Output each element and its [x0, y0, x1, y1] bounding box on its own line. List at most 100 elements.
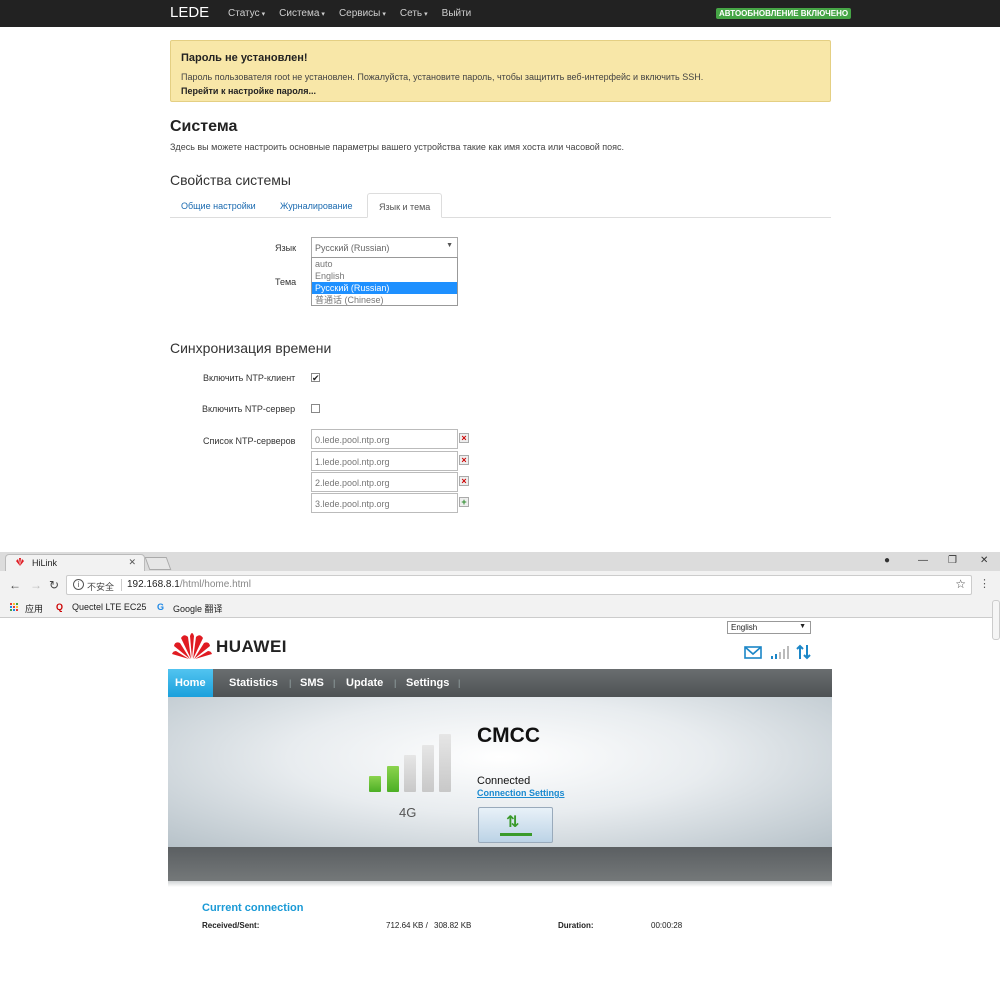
- tab-language-theme[interactable]: Язык и тема: [367, 193, 443, 218]
- network-type: 4G: [399, 805, 417, 820]
- url-host: 192.168.8.1: [127, 579, 180, 590]
- ntp-client-label: Включить NTP-клиент: [203, 373, 296, 383]
- section-title-properties: Свойства системы: [170, 172, 291, 188]
- panel-shadow: [168, 881, 832, 887]
- lede-page: LEDE Статус ▾ Система ▾ Сервисы ▾ Сеть ▾ Вый…: [0, 0, 1000, 550]
- connection-status: Connected: [477, 775, 531, 787]
- ntp-server-input[interactable]: 3.lede.pool.ntp.org: [311, 493, 458, 513]
- menu-icon[interactable]: ⋮: [979, 577, 990, 590]
- scrollbar[interactable]: [992, 600, 1000, 640]
- minimize-icon[interactable]: —: [918, 555, 928, 566]
- forward-icon[interactable]: →: [30, 578, 42, 592]
- divider: |: [289, 678, 292, 688]
- received-value: 712.64 KB /: [386, 921, 428, 930]
- language-label: Язык: [275, 243, 297, 253]
- profile-icon[interactable]: ●: [884, 555, 890, 566]
- bookmark-quectel[interactable]: Quectel LTE EC25: [72, 602, 146, 612]
- ntp-client-checkbox[interactable]: ✔: [311, 373, 320, 383]
- info-icon[interactable]: i: [73, 579, 84, 590]
- connect-toggle-button[interactable]: ⇅: [478, 807, 553, 843]
- url-text[interactable]: 192.168.8.1/html/home.html: [127, 579, 251, 590]
- signal-bar: [439, 734, 451, 792]
- brand-name: HUAWEI: [216, 637, 287, 656]
- tab-home[interactable]: Home: [168, 669, 213, 697]
- page-description: Здесь вы можете настроить основные парам…: [170, 142, 625, 152]
- google-translate-icon: G: [157, 602, 165, 612]
- huawei-logo-icon: [16, 558, 24, 566]
- ntp-server-label: Включить NTP-сервер: [202, 404, 296, 414]
- ntp-server-input[interactable]: 1.lede.pool.ntp.org: [311, 451, 458, 471]
- ntp-server-input[interactable]: 2.lede.pool.ntp.org: [311, 472, 458, 492]
- menu-network[interactable]: Сеть ▾: [400, 8, 428, 19]
- restore-icon[interactable]: ❐: [948, 555, 957, 566]
- language-option-auto[interactable]: auto: [312, 258, 457, 270]
- theme-label: Тема: [275, 277, 297, 287]
- remove-icon[interactable]: ×: [459, 433, 469, 443]
- ntp-server-checkbox[interactable]: [311, 404, 320, 413]
- menu-status[interactable]: Статус ▾: [228, 8, 265, 19]
- browser-titlebar: HiLink ✕ ● — ❐ ✕: [0, 552, 1000, 571]
- remove-icon[interactable]: ×: [459, 455, 469, 465]
- new-tab-button[interactable]: [144, 557, 172, 570]
- close-window-icon[interactable]: ✕: [980, 555, 988, 566]
- browser-tab-title: HiLink: [32, 558, 58, 568]
- tab-settings[interactable]: Settings: [399, 669, 456, 697]
- menu-system[interactable]: Система ▾: [279, 8, 325, 19]
- duration-label: Duration:: [558, 921, 594, 930]
- apps-icon[interactable]: [10, 603, 19, 612]
- language-option-english[interactable]: English: [312, 270, 457, 282]
- hilink-navbar: Home Statistics | SMS | Update | Setting…: [168, 669, 832, 697]
- tab-general[interactable]: Общие настройки: [170, 193, 267, 218]
- settings-tabs: Общие настройки Журналирование Язык и те…: [170, 193, 831, 218]
- panel-footer-bar: [168, 847, 832, 881]
- browser-tab[interactable]: HiLink ✕: [5, 554, 145, 571]
- password-settings-link[interactable]: Перейти к настройке пароля...: [181, 86, 316, 96]
- language-select-value: Русский (Russian): [315, 243, 390, 253]
- lede-menu: Статус ▾ Система ▾ Сервисы ▾ Сеть ▾ Выйти: [228, 8, 485, 19]
- menu-services[interactable]: Сервисы ▾: [339, 8, 386, 19]
- language-option-chinese[interactable]: 普通话 (Chinese): [312, 294, 457, 306]
- connection-settings-link[interactable]: Connection Settings: [477, 788, 565, 798]
- language-select[interactable]: Русский (Russian) ▼: [311, 237, 458, 258]
- reload-icon[interactable]: ↻: [49, 578, 59, 592]
- tab-update[interactable]: Update: [339, 669, 390, 697]
- lede-brand[interactable]: LEDE: [170, 4, 209, 21]
- ntp-list-label: Список NTP-серверов: [203, 436, 296, 446]
- password-alert: Пароль не установлен! Пароль пользовател…: [170, 40, 831, 102]
- tab-statistics[interactable]: Statistics: [222, 669, 285, 697]
- signal-bar: [386, 765, 399, 792]
- signal-bar: [404, 755, 416, 792]
- divider: |: [394, 678, 397, 688]
- bookmark-apps[interactable]: 应用: [25, 602, 43, 615]
- signal-strength-graphic: [369, 734, 451, 792]
- add-icon[interactable]: +: [459, 497, 469, 507]
- browser-window: HiLink ✕ ● — ❐ ✕ ← → ↻ i 不安全 192.168.8.1…: [0, 552, 1000, 1000]
- status-icons: [744, 644, 811, 660]
- chevron-down-icon: ▼: [446, 242, 453, 249]
- menu-services-label: Сервисы: [338, 8, 381, 19]
- bookmark-star-icon[interactable]: ☆: [955, 577, 966, 591]
- section-title-time-sync: Синхронизация времени: [170, 340, 332, 356]
- autoupdate-badge[interactable]: АВТООБНОВЛЕНИЕ ВКЛЮЧЕНО: [716, 8, 852, 19]
- address-bar[interactable]: i 不安全 192.168.8.1/html/home.html ☆: [66, 575, 972, 595]
- chevron-down-icon: ▾: [382, 11, 386, 18]
- divider: |: [458, 678, 461, 688]
- menu-logout[interactable]: Выйти: [442, 8, 472, 19]
- language-select[interactable]: English ▼: [727, 621, 811, 634]
- mail-icon: [744, 646, 762, 659]
- security-status[interactable]: 不安全: [87, 580, 114, 593]
- ntp-server-input[interactable]: 0.lede.pool.ntp.org: [311, 429, 458, 449]
- tab-logging[interactable]: Журналирование: [269, 193, 364, 218]
- menu-network-label: Сеть: [399, 8, 423, 19]
- close-icon[interactable]: ✕: [128, 557, 136, 568]
- signal-bar: [421, 744, 434, 792]
- tab-sms[interactable]: SMS: [293, 669, 331, 697]
- language-option-russian[interactable]: Русский (Russian): [312, 282, 457, 294]
- menu-system-label: Система: [279, 8, 320, 19]
- back-icon[interactable]: ←: [9, 578, 21, 592]
- carrier-name: CMCC: [477, 724, 540, 747]
- signal-bar: [369, 776, 381, 792]
- bookmark-google-translate[interactable]: Google 翻译: [173, 602, 223, 615]
- remove-icon[interactable]: ×: [459, 476, 469, 486]
- current-connection-title: Current connection: [202, 902, 304, 914]
